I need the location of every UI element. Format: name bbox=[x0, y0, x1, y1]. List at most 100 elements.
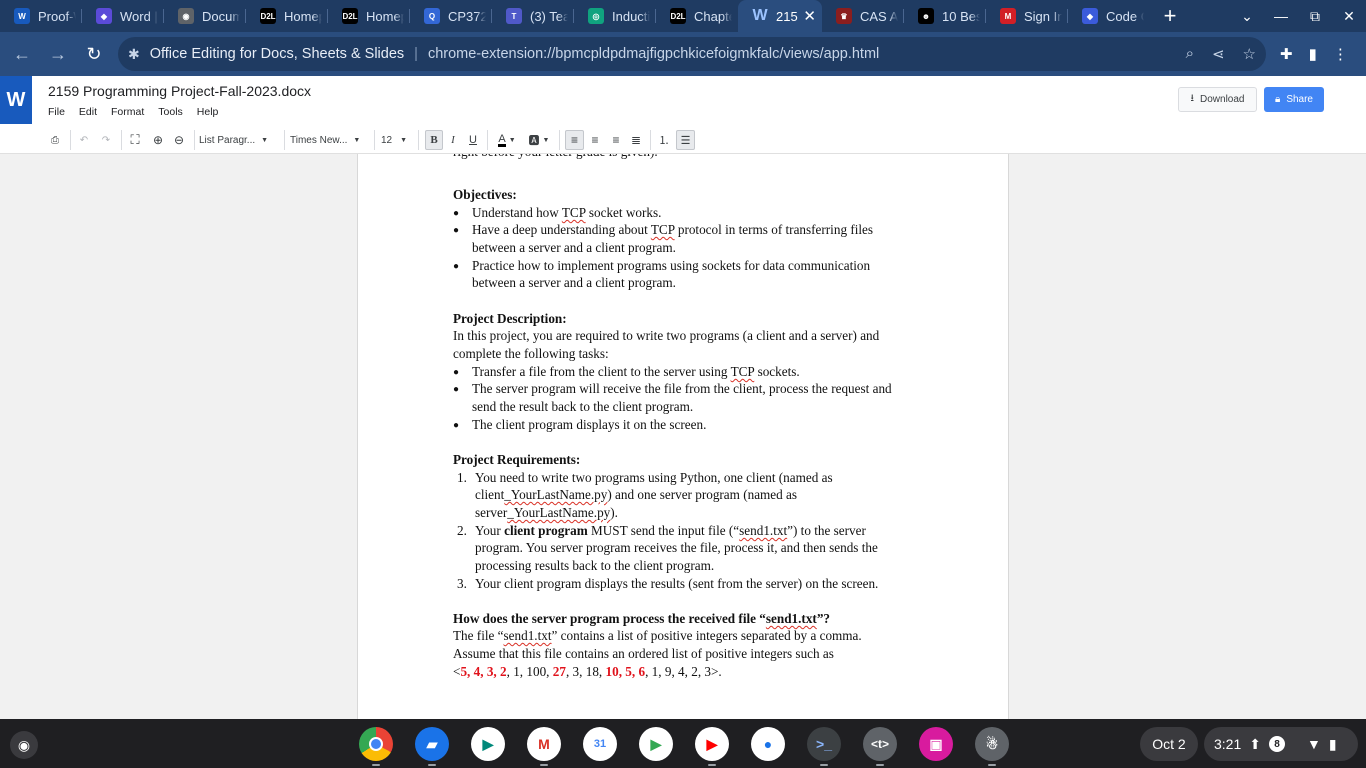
menu-bar: File Edit Format Tools Help bbox=[48, 106, 218, 118]
numbered-list-icon[interactable]: ⒈ bbox=[656, 130, 672, 150]
undo-icon[interactable]: ↶ bbox=[77, 130, 91, 150]
font-dropdown[interactable]: Times New... ▼ bbox=[290, 130, 368, 150]
tab-label: 10 Best bbox=[942, 8, 980, 24]
requirement-item-cont: client_YourLastName.py) and one server p… bbox=[475, 487, 798, 502]
tab-label: Docume bbox=[202, 8, 240, 24]
canvas-app-icon[interactable]: ▣ bbox=[919, 727, 953, 761]
calendar-app-icon[interactable]: 31 bbox=[583, 727, 617, 761]
redo-icon[interactable]: ↷ bbox=[99, 130, 113, 150]
requirement-item-cont: processing results back to the client pr… bbox=[475, 558, 715, 573]
download-label: Download bbox=[1200, 94, 1245, 105]
tab[interactable]: Q CP372 bbox=[410, 0, 492, 32]
bold-button[interactable]: B bbox=[425, 130, 443, 150]
tab-label: Homep bbox=[366, 8, 404, 24]
font-size-dropdown[interactable]: 12 ▼ bbox=[381, 130, 413, 150]
gmail-app-icon[interactable]: M bbox=[527, 727, 561, 761]
menu-file[interactable]: File bbox=[48, 106, 65, 118]
menu-help[interactable]: Help bbox=[197, 106, 219, 118]
files-app-icon[interactable]: ▰ bbox=[415, 727, 449, 761]
url-text: chrome-extension://bpmcpldpdmajfigpchkic… bbox=[427, 46, 880, 62]
extensions-icon[interactable]: ✚ bbox=[1280, 45, 1293, 63]
tab[interactable]: T (3) Tear bbox=[492, 0, 574, 32]
highlight-icon: 🅰︎ bbox=[528, 135, 540, 147]
share-button[interactable]: 🔒︎ Share bbox=[1264, 87, 1324, 112]
justify-icon[interactable]: ≣ bbox=[628, 130, 644, 150]
tab-active[interactable]: W 215 ✕ bbox=[738, 0, 822, 32]
bullet-icon: ● bbox=[453, 420, 460, 431]
tab[interactable]: D2L Chapter bbox=[656, 0, 738, 32]
menu-tools[interactable]: Tools bbox=[158, 106, 183, 118]
how-text: The file “send1.txt” contains a list of … bbox=[453, 628, 862, 643]
new-tab-button[interactable]: + bbox=[1150, 0, 1190, 32]
tab[interactable]: ◉ Docume bbox=[164, 0, 246, 32]
wifi-icon: ▼ bbox=[1306, 736, 1321, 752]
zoom-in-icon[interactable]: ⊕ bbox=[150, 130, 166, 150]
chrome-app-icon[interactable] bbox=[359, 727, 393, 761]
align-center-icon[interactable]: ≡ bbox=[587, 130, 603, 150]
tab[interactable]: ☻ 10 Best bbox=[904, 0, 986, 32]
close-window-icon[interactable]: ✕ bbox=[1332, 8, 1366, 25]
align-right-icon[interactable]: ≡ bbox=[608, 130, 624, 150]
share-label: Share bbox=[1286, 94, 1313, 105]
tab[interactable]: D2L Homep bbox=[328, 0, 410, 32]
font-color-button[interactable]: A ▼ bbox=[494, 130, 520, 150]
tab-label: Homep bbox=[284, 8, 322, 24]
status-tray[interactable]: 3:21 ⬆ 8 ▼ ▮ bbox=[1204, 727, 1358, 761]
bookmark-star-icon[interactable]: ☆ bbox=[1243, 45, 1256, 63]
document-title[interactable]: 2159 Programming Project-Fall-2023.docx bbox=[48, 83, 311, 99]
meet-app-icon[interactable]: ▶ bbox=[471, 727, 505, 761]
objective-item: Have a deep understanding about TCP prot… bbox=[472, 222, 874, 237]
more-menu-icon[interactable]: ⋮ bbox=[1333, 45, 1348, 63]
chevron-down-icon: ▼ bbox=[261, 136, 269, 144]
requirement-item-cont: server_YourLastName.py). bbox=[475, 505, 618, 520]
tab-search-icon[interactable]: ⌄ bbox=[1230, 8, 1264, 25]
forward-button[interactable]: → bbox=[42, 38, 74, 70]
code-icon: ◆ bbox=[1082, 8, 1098, 24]
how-text: Assume that this file contains an ordere… bbox=[453, 646, 834, 661]
restore-icon[interactable]: ⧉ bbox=[1298, 8, 1332, 25]
requirements-heading: Project Requirements: bbox=[453, 452, 581, 467]
tab[interactable]: ◆ Code G bbox=[1068, 0, 1150, 32]
zoom-icon[interactable]: ⌕ bbox=[1186, 45, 1194, 63]
highlight-button[interactable]: 🅰︎ ▼ bbox=[526, 130, 552, 150]
close-icon[interactable]: ✕ bbox=[803, 7, 816, 25]
system-shelf: ◉ ▰ ▶ M 31 ▶ ▶ ● >_ <t> ▣ ☃ Oct 2 3:21 ⬆… bbox=[0, 719, 1366, 768]
messages-app-icon[interactable]: ● bbox=[751, 727, 785, 761]
bulleted-list-icon[interactable]: ☰ bbox=[676, 130, 695, 150]
side-panel-icon[interactable]: ▮ bbox=[1309, 45, 1317, 63]
align-left-icon[interactable]: ≡ bbox=[565, 130, 584, 150]
tab[interactable]: W Proof-W bbox=[0, 0, 82, 32]
reload-button[interactable]: ↻ bbox=[78, 38, 110, 70]
tab[interactable]: ♛ CAS Au bbox=[822, 0, 904, 32]
tab[interactable]: D2L Homep bbox=[246, 0, 328, 32]
print-icon[interactable]: ⎙ bbox=[48, 130, 62, 150]
download-button[interactable]: ⭳ Download bbox=[1178, 87, 1257, 112]
menu-edit[interactable]: Edit bbox=[79, 106, 97, 118]
address-bar[interactable]: ✱ Office Editing for Docs, Sheets & Slid… bbox=[118, 37, 1266, 71]
italic-button[interactable]: I bbox=[446, 130, 460, 150]
tab[interactable]: M Sign In bbox=[986, 0, 1068, 32]
back-button[interactable]: ← bbox=[6, 38, 38, 70]
tab[interactable]: ◆ Word | M bbox=[82, 0, 164, 32]
objective-item: Practice how to implement programs using… bbox=[472, 258, 871, 273]
play-store-app-icon[interactable]: ▶ bbox=[639, 727, 673, 761]
youtube-app-icon[interactable]: ▶ bbox=[695, 727, 729, 761]
menu-format[interactable]: Format bbox=[111, 106, 144, 118]
objective-item: Understand how TCP socket works. bbox=[472, 205, 662, 220]
underline-button[interactable]: U bbox=[466, 130, 480, 150]
fit-page-icon[interactable]: ⛶ bbox=[127, 130, 143, 150]
d2l-icon: D2L bbox=[260, 8, 276, 24]
tab[interactable]: ◎ Inductic bbox=[574, 0, 656, 32]
date-display[interactable]: Oct 2 bbox=[1140, 727, 1198, 761]
style-dropdown[interactable]: List Paragr... ▼ bbox=[199, 130, 279, 150]
penguin-app-icon[interactable]: ☃ bbox=[975, 727, 1009, 761]
terminal-app-icon[interactable]: >_ bbox=[807, 727, 841, 761]
zoom-out-icon[interactable]: ⊖ bbox=[171, 130, 187, 150]
launcher-icon[interactable]: ◉ bbox=[10, 731, 38, 759]
site-name: Office Editing for Docs, Sheets & Slides bbox=[149, 46, 405, 62]
share-icon[interactable]: ⋖ bbox=[1212, 45, 1225, 63]
dev-app-icon[interactable]: <t> bbox=[863, 727, 897, 761]
minimize-icon[interactable]: — bbox=[1264, 8, 1298, 24]
lock-icon: 🔒︎ bbox=[1274, 94, 1281, 105]
format-toolbar: ⎙ ↶ ↷ ⛶ ⊕ ⊖ List Paragr... ▼ Times New...… bbox=[0, 125, 1366, 154]
